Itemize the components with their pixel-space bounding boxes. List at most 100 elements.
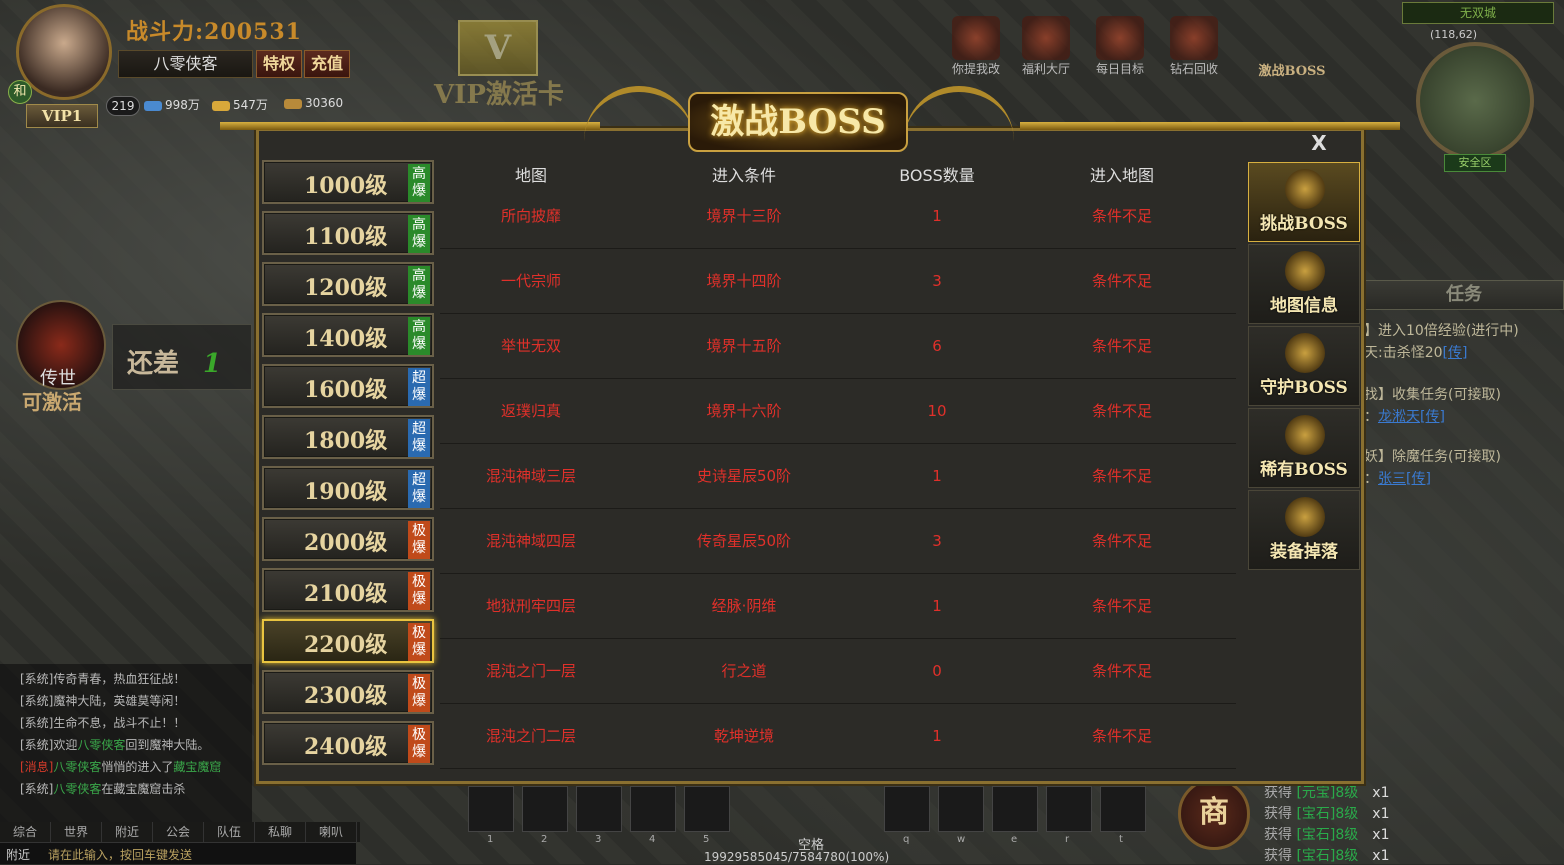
level-button[interactable]: 1900级 超爆 bbox=[262, 466, 434, 510]
cell-enter[interactable]: 条件不足 bbox=[1008, 639, 1236, 703]
privilege-button[interactable]: 特权 bbox=[256, 50, 302, 78]
side-tab[interactable]: 稀有BOSS bbox=[1248, 408, 1360, 488]
task-text: 】进入10倍经验(进行中) bbox=[1364, 323, 1519, 339]
chat-text: [系统] bbox=[20, 782, 54, 796]
side-tab[interactable]: 地图信息 bbox=[1248, 244, 1360, 324]
level-button[interactable]: 1600级 超爆 bbox=[262, 364, 434, 408]
task-text: ： bbox=[1364, 471, 1378, 487]
task-line[interactable]: 】进入10倍经验(进行中) bbox=[1364, 320, 1519, 340]
boss-shortcut[interactable]: 激战BOSS bbox=[1252, 60, 1332, 79]
cell-enter[interactable]: 条件不足 bbox=[1008, 184, 1236, 248]
skill-slot[interactable]: t bbox=[1100, 786, 1146, 845]
npc-link[interactable]: 张三 bbox=[1378, 471, 1406, 487]
vip-activate-card[interactable]: V VIP激活卡 bbox=[428, 20, 568, 120]
side-tab[interactable]: 挑战BOSS bbox=[1248, 162, 1360, 242]
minimap[interactable] bbox=[1416, 42, 1534, 160]
cell-map: 所向披靡 bbox=[500, 207, 561, 225]
level-button[interactable]: 2300级 极爆 bbox=[262, 670, 434, 714]
cell-enter[interactable]: 条件不足 bbox=[1008, 574, 1236, 638]
table-row[interactable]: 举世无双 境界十五阶 6 条件不足 bbox=[440, 314, 1236, 379]
chat-tab-team[interactable]: 队伍 bbox=[204, 822, 255, 842]
map-link[interactable]: 藏宝魔窟 bbox=[173, 760, 221, 774]
cell-enter[interactable]: 条件不足 bbox=[1008, 314, 1236, 378]
task-line[interactable]: 妖】除魔任务(可接取) bbox=[1364, 446, 1501, 466]
task-line[interactable]: 找】收集任务(可接取) bbox=[1364, 384, 1501, 404]
player-link[interactable]: 八零侠客 bbox=[53, 782, 101, 796]
side-tab[interactable]: 守护BOSS bbox=[1248, 326, 1360, 406]
table-row[interactable]: 混沌之门一层 行之道 0 条件不足 bbox=[440, 639, 1236, 704]
cell-enter[interactable]: 条件不足 bbox=[1008, 509, 1236, 573]
task-text: 找】收集任务(可接取) bbox=[1364, 387, 1501, 403]
slot-key: e bbox=[1011, 834, 1018, 845]
cell-enter[interactable]: 条件不足 bbox=[1008, 704, 1236, 768]
player-panel: 和 战斗力:200531 八零侠客 特权 充值 VIP1 219 998万 54… bbox=[8, 4, 388, 128]
skill-slot[interactable]: 2 bbox=[522, 786, 568, 845]
loot-label: 获得 bbox=[1264, 848, 1292, 864]
level-button[interactable]: 2100级 极爆 bbox=[262, 568, 434, 612]
skill-slot[interactable]: 4 bbox=[630, 786, 676, 845]
skill-slot[interactable]: q bbox=[884, 786, 930, 845]
slot-key: 2 bbox=[541, 834, 548, 845]
chat-tab-all[interactable]: 综合 bbox=[0, 822, 51, 842]
vip-badge[interactable]: VIP1 bbox=[26, 104, 98, 128]
table-row[interactable]: 一代宗师 境界十四阶 3 条件不足 bbox=[440, 249, 1236, 314]
chat-tab-horn[interactable]: 喇叭 bbox=[306, 822, 357, 842]
level-button[interactable]: 1400级 高爆 bbox=[262, 313, 434, 357]
table-row[interactable]: 返璞归真 境界十六阶 10 条件不足 bbox=[440, 379, 1236, 444]
cell-condition: 境界十五阶 bbox=[706, 337, 782, 355]
skill-slot[interactable]: r bbox=[1046, 786, 1092, 845]
level-button[interactable]: 1800级 超爆 bbox=[262, 415, 434, 459]
npc-link[interactable]: 龙淞天 bbox=[1378, 409, 1420, 425]
cell-enter[interactable]: 条件不足 bbox=[1008, 249, 1236, 313]
task-panel-title[interactable]: 任务 bbox=[1364, 280, 1564, 310]
skill-slot[interactable]: 5 bbox=[684, 786, 730, 845]
level-button[interactable]: 2400级 极爆 bbox=[262, 721, 434, 765]
loot-count: x1 bbox=[1372, 848, 1390, 864]
chat-input[interactable]: 附近 请在此输入，按回车键发送 bbox=[0, 842, 356, 864]
chat-channel-select[interactable]: 附近 bbox=[6, 848, 30, 862]
cell-enter[interactable]: 条件不足 bbox=[1008, 379, 1236, 443]
player-link[interactable]: 八零侠客 bbox=[77, 738, 125, 752]
table-row[interactable]: 混沌神域三层 史诗星辰50阶 1 条件不足 bbox=[440, 444, 1236, 509]
skill-slot[interactable]: w bbox=[938, 786, 984, 845]
player-link[interactable]: 八零侠客 bbox=[53, 760, 101, 774]
skill-slot[interactable]: 1 bbox=[468, 786, 514, 845]
daily-goal-button[interactable]: 每日目标 bbox=[1088, 16, 1152, 77]
task-line[interactable]: ：龙淞天[传] bbox=[1364, 406, 1445, 426]
level-label: 1200级 bbox=[304, 275, 388, 301]
chat-tab-world[interactable]: 世界 bbox=[51, 822, 102, 842]
map-coords: (118,62) bbox=[1430, 28, 1478, 41]
table-row[interactable]: 所向披靡 境界十三阶 1 条件不足 bbox=[440, 184, 1236, 249]
welfare-button[interactable]: 福利大厅 bbox=[1014, 16, 1078, 77]
cell-map: 返璞归真 bbox=[500, 402, 561, 420]
close-button[interactable]: X bbox=[1308, 132, 1330, 154]
skill-slot[interactable]: 3 bbox=[576, 786, 622, 845]
teleport-link[interactable]: [传] bbox=[1420, 409, 1445, 425]
teleport-link[interactable]: [传] bbox=[1443, 345, 1468, 361]
chat-tab-guild[interactable]: 公会 bbox=[153, 822, 204, 842]
side-tab[interactable]: 装备掉落 bbox=[1248, 490, 1360, 570]
recharge-button[interactable]: 充值 bbox=[304, 50, 350, 78]
level-button[interactable]: 2000级 极爆 bbox=[262, 517, 434, 561]
cell-enter[interactable]: 条件不足 bbox=[1008, 444, 1236, 508]
diamond-recycle-button[interactable]: 钻石回收 bbox=[1162, 16, 1226, 77]
chat-tab-private[interactable]: 私聊 bbox=[255, 822, 306, 842]
feedback-button[interactable]: 你提我改 bbox=[944, 16, 1008, 77]
level-button[interactable]: 1200级 高爆 bbox=[262, 262, 434, 306]
task-line[interactable]: ：张三[传] bbox=[1364, 468, 1431, 488]
level-button[interactable]: 1100级 高爆 bbox=[262, 211, 434, 255]
task-line[interactable]: 天:击杀怪20[传] bbox=[1364, 342, 1467, 362]
slot-key: 1 bbox=[487, 834, 494, 845]
level-button[interactable]: 1000级 高爆 bbox=[262, 160, 434, 204]
table-row[interactable]: 混沌神域四层 传奇星辰50阶 3 条件不足 bbox=[440, 509, 1236, 574]
feedback-icon bbox=[952, 16, 1000, 60]
skill-slot[interactable]: e bbox=[992, 786, 1038, 845]
chat-log[interactable]: [系统]传奇青春，热血狂征战！ [系统]魔神大陆，英雄莫等闲！ [系统]生命不息… bbox=[0, 664, 252, 824]
table-row[interactable]: 混沌之门二层 乾坤逆境 1 条件不足 bbox=[440, 704, 1236, 769]
level-button[interactable]: 2200级 极爆 bbox=[262, 619, 434, 663]
chat-tab-nearby[interactable]: 附近 bbox=[102, 822, 153, 842]
shop-button[interactable]: 商 bbox=[1178, 778, 1250, 850]
teleport-link[interactable]: [传] bbox=[1406, 471, 1431, 487]
chuanshi-emblem[interactable]: 传世 可激活 bbox=[16, 300, 112, 414]
table-row[interactable]: 地狱刑牢四层 经脉·阴维 1 条件不足 bbox=[440, 574, 1236, 639]
